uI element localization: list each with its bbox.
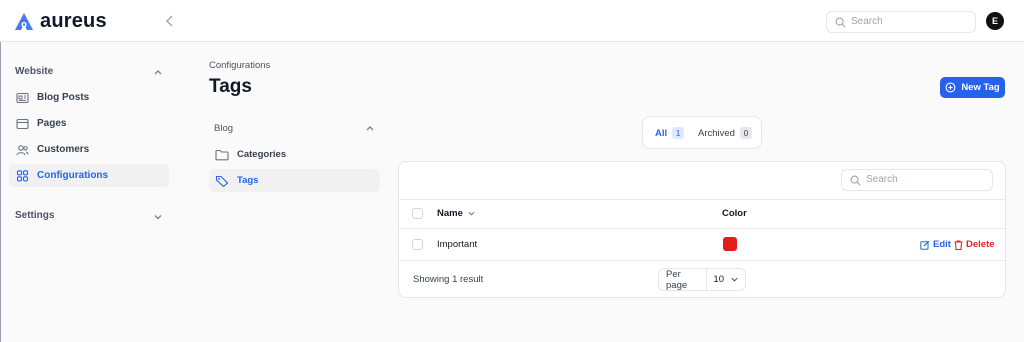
subnav-group-blog[interactable]: Blog bbox=[214, 123, 233, 134]
divider bbox=[399, 260, 1005, 261]
collapse-sidebar-icon[interactable] bbox=[163, 13, 177, 29]
per-page-value-group[interactable]: 10 bbox=[707, 274, 745, 285]
sidebar-group-settings[interactable]: Settings bbox=[15, 210, 54, 221]
trash-icon bbox=[954, 239, 963, 250]
delete-label: Delete bbox=[966, 239, 995, 250]
subnav-item-label: Categories bbox=[237, 149, 287, 160]
chevron-down-icon bbox=[468, 211, 475, 216]
window-icon bbox=[16, 118, 29, 129]
subnav-item-tags[interactable]: Tags bbox=[209, 169, 380, 192]
sidebar-item-label: Configurations bbox=[37, 170, 109, 181]
grid-icon bbox=[16, 169, 29, 181]
column-label: Name bbox=[437, 208, 463, 219]
page-title: Tags bbox=[209, 76, 252, 97]
edit-label: Edit bbox=[933, 239, 951, 250]
column-header-name[interactable]: Name bbox=[437, 208, 476, 219]
sidebar-group-website[interactable]: Website bbox=[15, 66, 53, 77]
table-search-input[interactable]: Search bbox=[841, 169, 993, 191]
delete-button[interactable]: Delete bbox=[954, 239, 995, 250]
search-placeholder: Search bbox=[851, 16, 883, 27]
user-avatar[interactable]: E bbox=[986, 12, 1004, 30]
sidebar-item-label: Customers bbox=[37, 144, 90, 155]
chevron-up-icon[interactable] bbox=[153, 68, 163, 76]
search-icon bbox=[850, 175, 861, 186]
tab-label: All bbox=[655, 127, 668, 139]
row-checkbox[interactable] bbox=[412, 239, 423, 250]
chevron-down-icon[interactable] bbox=[153, 213, 163, 221]
subnav-item-categories[interactable]: Categories bbox=[209, 143, 380, 166]
edit-button[interactable]: Edit bbox=[920, 239, 951, 250]
search-placeholder: Search bbox=[866, 174, 898, 185]
sidebar-item-blog-posts[interactable]: Blog Posts bbox=[9, 86, 169, 109]
tab-label: Archived bbox=[698, 127, 735, 139]
count-badge: 1 bbox=[672, 127, 685, 139]
tag-icon bbox=[215, 175, 229, 187]
per-page-value: 10 bbox=[713, 274, 724, 285]
newspaper-icon bbox=[16, 92, 29, 103]
sidebar-item-configurations[interactable]: Configurations bbox=[9, 164, 169, 187]
sidebar-item-customers[interactable]: Customers bbox=[9, 138, 169, 161]
count-badge: 0 bbox=[739, 127, 752, 139]
new-tag-label: New Tag bbox=[961, 82, 1000, 93]
app-logo[interactable]: aureus bbox=[14, 10, 107, 33]
tab-archived[interactable]: Archived 0 bbox=[698, 127, 752, 139]
folder-icon bbox=[215, 149, 229, 160]
filter-tabs: All 1 Archived 0 bbox=[642, 116, 762, 149]
plus-circle-icon bbox=[945, 82, 956, 93]
per-page-select[interactable]: Per page 10 bbox=[658, 268, 746, 291]
table-header: Name Color bbox=[399, 200, 1005, 228]
subnav-item-label: Tags bbox=[237, 175, 259, 186]
top-bar: aureus Search E bbox=[0, 0, 1024, 42]
new-tag-button[interactable]: New Tag bbox=[940, 77, 1005, 98]
breadcrumb[interactable]: Configurations bbox=[209, 60, 270, 71]
tab-all[interactable]: All 1 bbox=[655, 127, 685, 139]
color-swatch bbox=[723, 237, 737, 251]
app-name: aureus bbox=[40, 10, 107, 32]
column-header-color: Color bbox=[722, 208, 747, 219]
per-page-label: Per page bbox=[659, 269, 708, 291]
logo-icon bbox=[15, 12, 33, 30]
chevron-down-icon bbox=[731, 277, 738, 282]
sidebar-item-label: Blog Posts bbox=[37, 92, 90, 103]
sidebar-item-label: Pages bbox=[37, 118, 67, 129]
divider bbox=[399, 228, 1005, 229]
select-all-checkbox[interactable] bbox=[412, 208, 423, 219]
users-icon bbox=[16, 144, 29, 155]
global-search-input[interactable]: Search bbox=[826, 11, 976, 33]
results-summary: Showing 1 result bbox=[413, 274, 484, 285]
tags-table: Search Name Color Important Edit Delete … bbox=[398, 161, 1006, 298]
edit-icon bbox=[920, 240, 930, 250]
tag-name[interactable]: Important bbox=[437, 239, 477, 250]
sidebar-item-pages[interactable]: Pages bbox=[9, 112, 169, 135]
search-icon bbox=[835, 17, 846, 28]
sidebar: Website Blog Posts Pages Customers Confi… bbox=[0, 42, 185, 342]
chevron-up-icon[interactable] bbox=[365, 124, 375, 132]
